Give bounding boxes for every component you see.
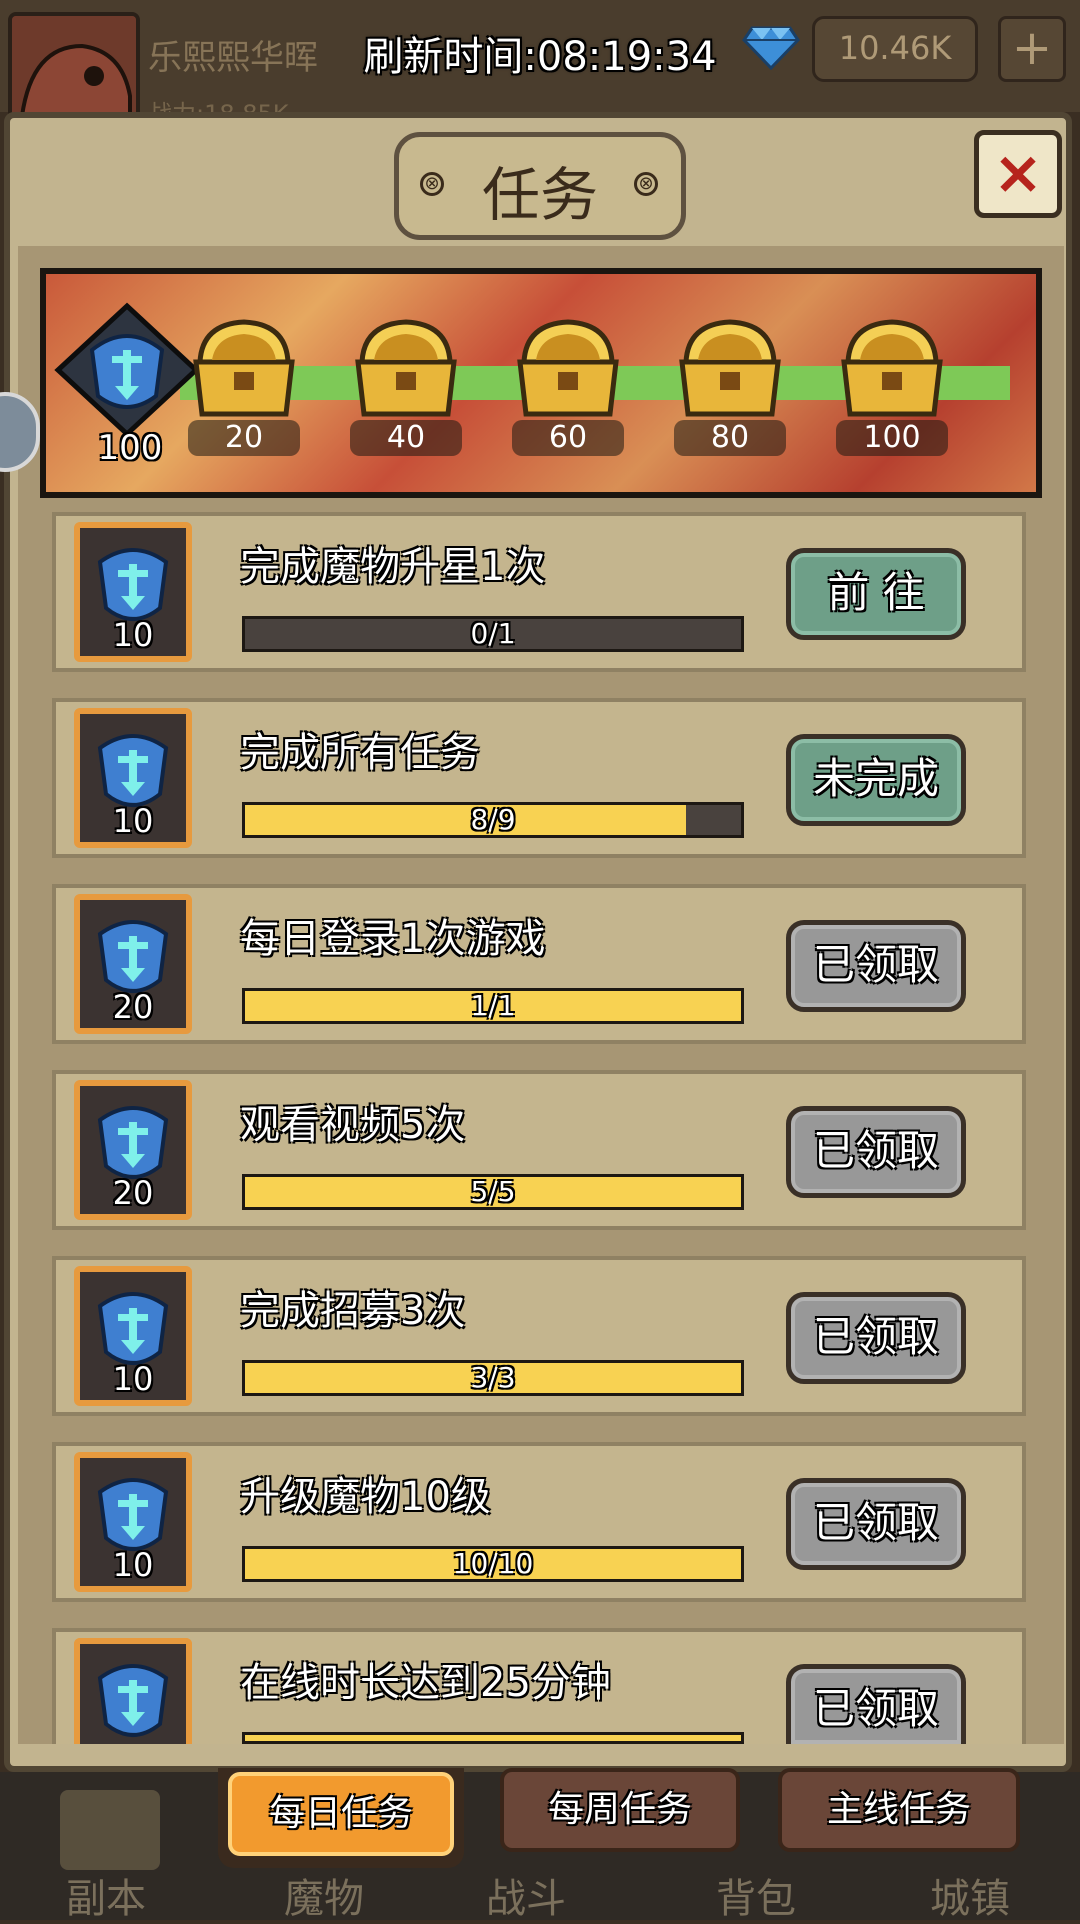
reward-points: 10 [112, 616, 154, 654]
task-title: 升级魔物10级 [240, 1474, 491, 1520]
go-button[interactable]: 前 往 [786, 548, 966, 640]
activity-points-value: 100 [97, 428, 163, 468]
reward-shield-icon [74, 1638, 192, 1744]
task-progress-fill [245, 1735, 741, 1741]
nav-monster[interactable]: 魔物 [284, 1866, 364, 1924]
milestone-label: 60 [512, 420, 624, 456]
panel-title: 任务 [481, 161, 598, 229]
treasure-chest-icon[interactable] [830, 314, 954, 424]
tab-daily[interactable]: 每日任务 [228, 1772, 454, 1856]
task-progress-text: 0/1 [470, 617, 516, 650]
claimed-button[interactable]: 已领取 [786, 1478, 966, 1570]
add-diamond-button[interactable]: + [998, 16, 1066, 82]
tab-main[interactable]: 主线任务 [778, 1768, 1020, 1852]
reward-points: 10 [112, 802, 154, 840]
activity-points-badge [52, 300, 202, 440]
incomplete-button[interactable]: 未完成 [786, 734, 966, 826]
reward-points: 10 [112, 1360, 154, 1398]
task-title: 观看视频5次 [240, 1102, 466, 1148]
treasure-chest-icon[interactable] [344, 314, 468, 424]
reward-points: 20 [112, 1174, 154, 1212]
task-progress-text: 10/10 [452, 1547, 534, 1580]
claimed-button[interactable]: 已领取 [786, 1664, 966, 1744]
task-progress-bar: 0/1 [242, 616, 744, 652]
task-progress-bar: 1/1 [242, 988, 744, 1024]
map-icon [60, 1790, 160, 1870]
task-progress-text: 5/5 [470, 1175, 516, 1208]
nav-battle[interactable]: 战斗 [486, 1866, 566, 1924]
nav-bag[interactable]: 背包 [716, 1866, 796, 1924]
tab-weekly[interactable]: 每周任务 [500, 1768, 740, 1852]
diamond-count: 10.46K [812, 16, 978, 82]
task-progress-text: 3/3 [470, 1361, 516, 1394]
task-title: 完成所有任务 [240, 730, 480, 776]
milestone-label: 20 [188, 420, 300, 456]
task-progress-bar: 3/3 [242, 1360, 744, 1396]
task-title: 在线时长达到25分钟 [240, 1660, 611, 1706]
task-progress-bar: 8/9 [242, 802, 744, 838]
treasure-chest-icon[interactable] [668, 314, 792, 424]
close-button[interactable]: × [974, 130, 1062, 218]
task-title: 每日登录1次游戏 [240, 916, 546, 962]
claimed-button[interactable]: 已领取 [786, 1292, 966, 1384]
shield-medal-icon [54, 302, 200, 438]
milestone-label: 100 [836, 420, 948, 456]
task-progress-text: 1/1 [470, 989, 516, 1022]
milestone-label: 40 [350, 420, 462, 456]
task-title: 完成魔物升星1次 [240, 544, 546, 590]
treasure-chest-icon[interactable] [506, 314, 630, 424]
task-progress-bar: 5/5 [242, 1174, 744, 1210]
claimed-button[interactable]: 已领取 [786, 920, 966, 1012]
treasure-chest-icon[interactable] [182, 314, 306, 424]
diamond-icon [742, 24, 800, 71]
task-progress-text: 8/9 [470, 803, 516, 836]
claimed-button[interactable]: 已领取 [786, 1106, 966, 1198]
task-progress-bar: 10/10 [242, 1546, 744, 1582]
task-title: 完成招募3次 [240, 1288, 466, 1334]
reward-points: 20 [112, 988, 154, 1026]
milestone-label: 80 [674, 420, 786, 456]
nav-dungeon[interactable]: 副本 [66, 1866, 146, 1924]
nav-town[interactable]: 城镇 [930, 1866, 1010, 1924]
task-progress-bar [242, 1732, 744, 1744]
reward-points: 10 [112, 1546, 154, 1584]
